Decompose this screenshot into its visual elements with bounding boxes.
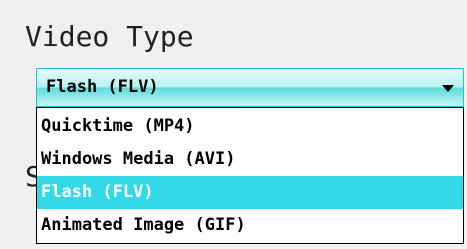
option-animated-image-gif[interactable]: Animated Image (GIF) — [37, 209, 463, 242]
video-type-selected-value: Flash (FLV) — [46, 77, 159, 97]
option-windows-media-avi[interactable]: Windows Media (AVI) — [37, 143, 463, 176]
option-quicktime-mp4[interactable]: Quicktime (MP4) — [37, 110, 463, 143]
video-type-dropdown-list: Quicktime (MP4) Windows Media (AVI) Flas… — [36, 107, 464, 244]
video-type-select[interactable]: Flash (FLV) — [36, 68, 464, 107]
chevron-down-icon[interactable] — [442, 85, 454, 92]
section-title-video-type: Video Type — [25, 20, 194, 53]
option-flash-flv[interactable]: Flash (FLV) — [37, 176, 463, 209]
